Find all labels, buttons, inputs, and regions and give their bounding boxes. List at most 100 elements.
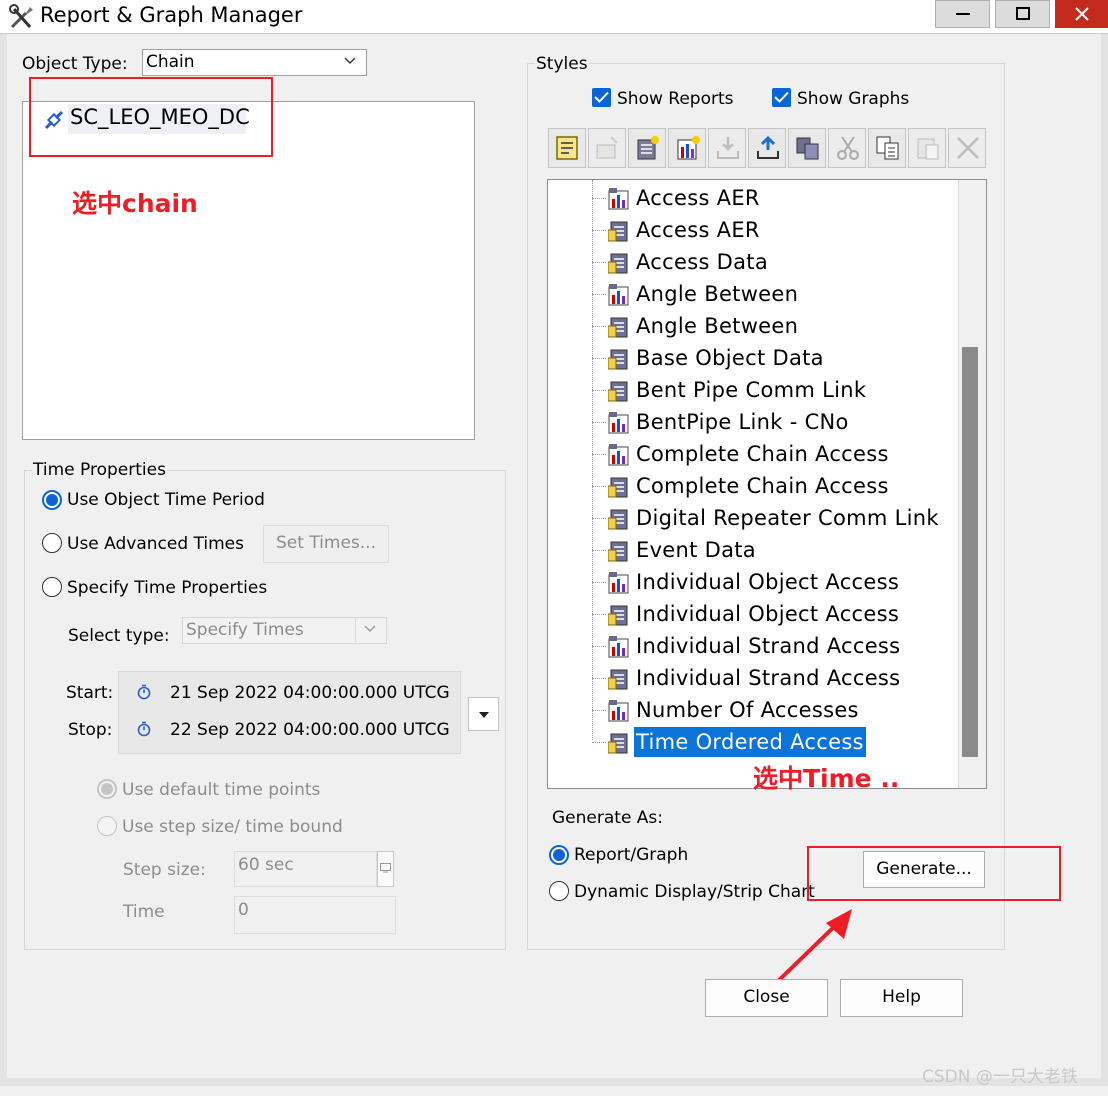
tree-connector — [592, 262, 606, 263]
report-style-icon — [607, 252, 630, 274]
time-label: Time — [123, 902, 165, 922]
style-list-item-label: Individual Object Access — [636, 570, 900, 594]
use-object-time-radio[interactable] — [42, 490, 62, 510]
export-button[interactable] — [748, 128, 786, 168]
object-type-select[interactable]: Chain — [142, 49, 367, 76]
style-list-item-label: Access AER — [636, 218, 760, 242]
title-bar: Report & Graph Manager — [0, 0, 1108, 34]
new-report-button[interactable] — [628, 128, 666, 168]
style-list-item-label: Digital Repeater Comm Link — [636, 506, 939, 530]
copy-button[interactable] — [868, 128, 906, 168]
tree-connector — [592, 742, 606, 743]
specify-time-properties-radio[interactable] — [42, 577, 62, 597]
properties-button[interactable] — [548, 128, 586, 168]
object-type-value: Chain — [146, 52, 195, 72]
tree-connector — [592, 390, 606, 391]
import-button[interactable] — [708, 128, 746, 168]
annotation-box-generate — [807, 846, 1061, 901]
tree-connector — [592, 678, 606, 679]
paste-button[interactable] — [908, 128, 946, 168]
style-list-item-label: Individual Strand Access — [636, 666, 901, 690]
import-icon — [717, 137, 739, 159]
caret-down-icon — [479, 712, 489, 718]
tree-connector — [592, 710, 606, 711]
annotation-box-chain — [29, 77, 273, 157]
graph-style-icon — [608, 188, 630, 210]
tree-connector — [592, 230, 606, 231]
style-list-item-label: Event Data — [636, 538, 756, 562]
use-step-size-radio[interactable] — [97, 816, 117, 836]
dynamic-display-label: Dynamic Display/Strip Chart — [574, 882, 815, 902]
set-times-button[interactable]: Set Times... — [263, 525, 389, 563]
show-graphs-checkbox[interactable] — [772, 88, 791, 107]
stop-time-value[interactable]: 22 Sep 2022 04:00:00.000 UTCG — [170, 719, 450, 741]
tree-connector — [592, 582, 606, 583]
copy-icon — [876, 136, 899, 160]
style-list-item-label: Complete Chain Access — [636, 474, 889, 498]
tree-connector — [592, 646, 606, 647]
graph-style-icon — [608, 700, 630, 722]
dynamic-display-radio[interactable] — [549, 881, 569, 901]
show-reports-label: Show Reports — [617, 89, 734, 109]
report-style-icon — [607, 732, 630, 754]
generate-as-title: Generate As: — [552, 808, 664, 828]
style-list-item-label: BentPipe Link - CNo — [636, 410, 849, 434]
delete-icon — [957, 137, 979, 159]
style-list-item-label: Time Ordered Access — [634, 727, 866, 757]
help-button[interactable]: Help — [840, 979, 963, 1017]
style-list-item-label: Base Object Data — [636, 346, 824, 370]
use-default-time-points-radio[interactable] — [97, 779, 117, 799]
close-window-button[interactable] — [1055, 0, 1108, 28]
use-object-time-label: Use Object Time Period — [67, 490, 265, 510]
report-style-icon — [607, 316, 630, 338]
report-style-icon — [607, 380, 630, 402]
properties-icon — [556, 136, 578, 160]
duplicate-button[interactable] — [788, 128, 826, 168]
start-time-value[interactable]: 21 Sep 2022 04:00:00.000 UTCG — [170, 682, 450, 704]
minimize-button[interactable] — [935, 0, 990, 28]
report-style-icon — [607, 348, 630, 370]
use-advanced-times-radio[interactable] — [42, 533, 62, 553]
report-style-icon — [607, 220, 630, 242]
select-type-value: Specify Times — [186, 620, 304, 640]
new-folder-icon — [596, 136, 618, 159]
close-button[interactable]: Close — [705, 979, 828, 1017]
new-report-icon — [637, 136, 659, 160]
style-list-item-label: Access AER — [636, 186, 760, 210]
stopwatch-icon — [136, 721, 152, 742]
tools-icon — [8, 3, 36, 31]
graph-style-icon — [608, 636, 630, 658]
style-list-item-label: Individual Strand Access — [636, 634, 901, 658]
tree-connector — [592, 358, 606, 359]
start-label: Start: — [66, 683, 114, 703]
select-type-dropdown[interactable]: Specify Times — [182, 617, 387, 644]
report-graph-radio[interactable] — [549, 845, 569, 865]
styles-scrollbar-thumb[interactable] — [962, 347, 978, 757]
new-folder-button[interactable] — [588, 128, 626, 168]
duplicate-icon — [796, 137, 819, 160]
annotation-select-time: 选中Time .. — [753, 764, 900, 793]
styles-list[interactable]: Access AER Access AER Access Data Angle Bet… — [547, 179, 987, 789]
step-size-input[interactable]: 60 sec — [234, 851, 377, 887]
maximize-button[interactable] — [995, 0, 1050, 28]
annotation-select-chain: 选中chain — [72, 189, 198, 218]
object-type-label: Object Type: — [22, 54, 128, 74]
tree-connector — [592, 454, 606, 455]
window-title: Report & Graph Manager — [40, 3, 303, 27]
select-type-label: Select type: — [68, 626, 170, 646]
style-list-item-label: Individual Object Access — [636, 602, 900, 626]
graph-style-icon — [608, 284, 630, 306]
cut-button[interactable] — [828, 128, 866, 168]
time-menu-button[interactable] — [468, 697, 499, 731]
time-input[interactable]: 0 — [234, 896, 396, 934]
step-size-unit-button[interactable] — [377, 851, 394, 887]
delete-button[interactable] — [948, 128, 986, 168]
new-graph-button[interactable] — [668, 128, 706, 168]
graph-style-icon — [608, 444, 630, 466]
report-style-icon — [607, 508, 630, 530]
tree-connector — [592, 326, 606, 327]
report-style-icon — [607, 604, 630, 626]
chevron-down-icon — [344, 57, 356, 64]
checkmark-icon — [774, 91, 789, 103]
show-reports-checkbox[interactable] — [592, 88, 611, 107]
